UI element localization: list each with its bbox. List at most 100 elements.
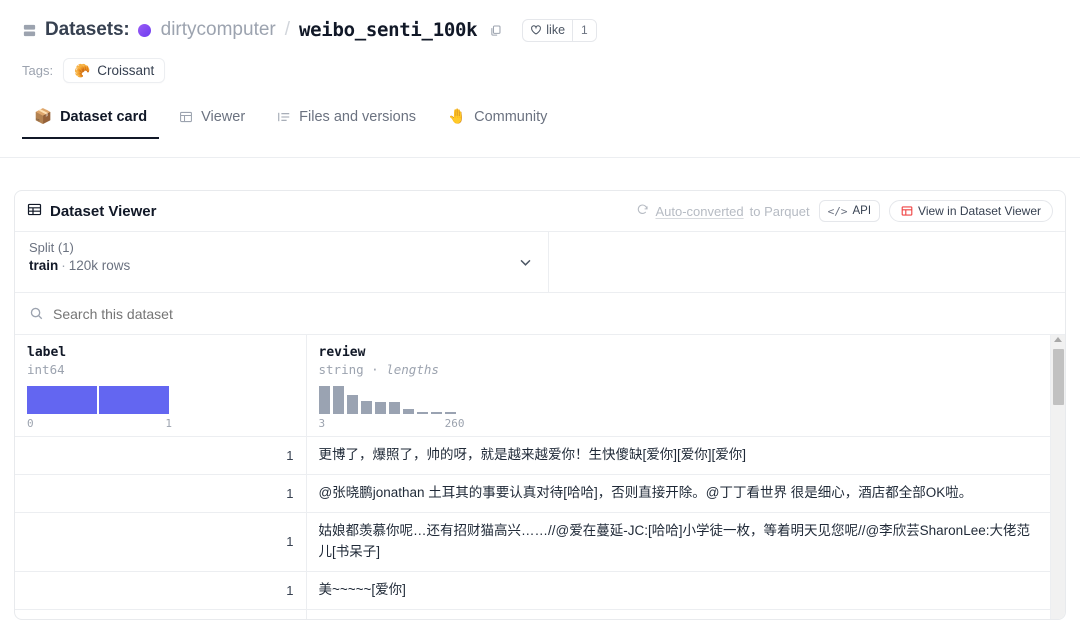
auto-converted-notice[interactable]: Auto-converted to Parquet (636, 203, 810, 219)
search-row[interactable] (15, 293, 1065, 335)
table-body: 1 更博了，爆照了，帅的呀，就是越来越爱你！生快傻缺[爱你][爱你][爱你] 1… (15, 436, 1050, 619)
histogram-bar (430, 412, 442, 414)
cube-icon: 📦 (34, 109, 53, 125)
files-icon (277, 110, 291, 124)
table-header-row: label int64 0 1 review string · lengths … (15, 335, 1050, 437)
cell-review: 美~~~~~[爱你] (306, 571, 1050, 610)
histogram-axis: 0 1 (27, 417, 172, 430)
owner-avatar (137, 23, 151, 37)
copy-icon[interactable] (489, 24, 502, 37)
cell-review: 梦想有多大，舞台就有多大![鼓掌] (306, 609, 1050, 619)
column-type-suffix: lengths (386, 362, 439, 377)
table-row[interactable]: 1 更博了，爆照了，帅的呀，就是越来越爱你！生快傻缺[爱你][爱你][爱你] (15, 436, 1050, 475)
like-count: 1 (572, 19, 596, 41)
split-label: Split (1) (29, 240, 74, 255)
histogram-bar (318, 386, 330, 414)
tab-label: Viewer (201, 109, 246, 125)
repo-name-link[interactable]: weibo_senti_100k (299, 19, 478, 41)
table-row[interactable]: 1 姑娘都羡慕你呢…还有招财猫高兴……//@爱在蔓延-JC:[哈哈]小学徒一枚，… (15, 512, 1050, 572)
axis-min: 3 (318, 417, 326, 430)
tab-label: Files and versions (299, 109, 417, 125)
community-icon: 🤚 (448, 109, 467, 125)
histogram-bar (332, 386, 344, 414)
split-row-filler (549, 232, 1065, 292)
cell-review: 姑娘都羡慕你呢…还有招财猫高兴……//@爱在蔓延-JC:[哈哈]小学徒一枚，等着… (306, 512, 1050, 572)
histogram-bar (360, 401, 372, 414)
histogram-axis: 3 260 (319, 417, 465, 430)
cell-label: 1 (15, 474, 307, 513)
scroll-up-icon[interactable] (1054, 337, 1062, 342)
cell-label: 1 (15, 571, 307, 610)
like-group[interactable]: like 1 (522, 18, 597, 42)
cell-review: 更博了，爆照了，帅的呀，就是越来越爱你！生快傻缺[爱你][爱你][爱你] (306, 436, 1050, 475)
split-value: train · 120k rows (29, 258, 534, 273)
data-table-wrapper: label int64 0 1 review string · lengths … (15, 335, 1065, 619)
data-table: label int64 0 1 review string · lengths … (15, 335, 1050, 619)
dataset-viewer-icon (901, 205, 913, 217)
chevron-down-icon[interactable] (517, 254, 534, 276)
histogram-bar (388, 402, 400, 414)
view-in-dataset-viewer-button[interactable]: View in Dataset Viewer (889, 200, 1053, 222)
like-button[interactable]: like (523, 20, 572, 41)
tab-divider (0, 157, 1080, 158)
tags-row: Tags: 🥐 Croissant (0, 46, 1080, 83)
split-selector[interactable]: Split (1) train · 120k rows (15, 232, 549, 292)
cell-label: 1 (15, 512, 307, 572)
database-icon (22, 23, 37, 38)
tag-croissant[interactable]: 🥐 Croissant (63, 58, 166, 83)
tab-viewer[interactable]: Viewer (167, 103, 257, 139)
cell-label: 1 (15, 436, 307, 475)
review-histogram: 3 260 (318, 386, 1039, 430)
croissant-icon: 🥐 (74, 63, 91, 78)
page-title: Dataset Viewer (50, 202, 157, 220)
api-label: API (852, 205, 872, 217)
column-name: review (318, 345, 366, 360)
view-label: View in Dataset Viewer (918, 204, 1041, 218)
owner-link[interactable]: dirtycomputer (161, 19, 276, 41)
dataset-viewer-title-group: Dataset Viewer (27, 202, 156, 221)
refresh-icon (636, 203, 649, 219)
table-row[interactable]: 1 美~~~~~[爱你] (15, 571, 1050, 610)
axis-min: 0 (27, 417, 34, 430)
column-type-base: string · (318, 362, 387, 377)
histogram-bar (374, 402, 386, 414)
tab-bar: 📦 Dataset card Viewer Files and versions… (0, 83, 1080, 139)
tag-label: Croissant (97, 63, 155, 78)
api-button[interactable]: </> API (818, 200, 881, 222)
column-name: label (27, 345, 67, 360)
table-row[interactable]: 1 @张晓鹏jonathan 土耳其的事要认真对待[哈哈]，否则直接开除。@丁丁… (15, 474, 1050, 513)
search-icon (29, 306, 44, 321)
code-icon: </> (827, 204, 848, 218)
tab-dataset-card[interactable]: 📦 Dataset card (22, 102, 160, 139)
tab-files-and-versions[interactable]: Files and versions (265, 103, 428, 139)
cell-label: 1 (15, 609, 307, 619)
auto-converted-link[interactable]: Auto-converted (655, 204, 743, 219)
column-header-label[interactable]: label int64 0 1 (15, 335, 307, 437)
table-head: label int64 0 1 review string · lengths … (15, 335, 1050, 437)
vertical-scrollbar[interactable] (1050, 335, 1065, 619)
table-icon (179, 110, 193, 124)
axis-max: 260 (444, 417, 465, 430)
tab-community[interactable]: 🤚 Community (436, 102, 559, 139)
histogram-bar (27, 386, 97, 414)
table-row[interactable]: 1 梦想有多大，舞台就有多大![鼓掌] (15, 609, 1050, 619)
dataset-viewer-actions: Auto-converted to Parquet </> API View i… (636, 200, 1053, 222)
column-header-review[interactable]: review string · lengths 3 260 (306, 335, 1050, 437)
split-row: Split (1) train · 120k rows (15, 232, 1065, 293)
histogram-bars (27, 386, 294, 414)
split-row-count: 120k rows (68, 258, 131, 273)
label-histogram: 0 1 (27, 386, 294, 430)
cell-review: @张晓鹏jonathan 土耳其的事要认真对待[哈哈]，否则直接开除。@丁丁看世… (306, 474, 1050, 513)
page-header: Datasets: dirtycomputer / weibo_senti_10… (0, 0, 1080, 46)
split-dot: · (61, 258, 66, 273)
dataset-viewer-header: Dataset Viewer Auto-converted to Parquet… (15, 191, 1065, 232)
histogram-bars (318, 386, 1039, 414)
column-type: int64 (27, 362, 65, 377)
histogram-bar (416, 412, 428, 414)
split-name: train (29, 258, 59, 273)
column-type: string · lengths (319, 362, 1039, 377)
tags-label: Tags: (22, 63, 54, 78)
scrollbar-thumb[interactable] (1053, 349, 1064, 405)
search-input[interactable] (53, 305, 453, 322)
data-table-scroll: label int64 0 1 review string · lengths … (15, 335, 1050, 619)
